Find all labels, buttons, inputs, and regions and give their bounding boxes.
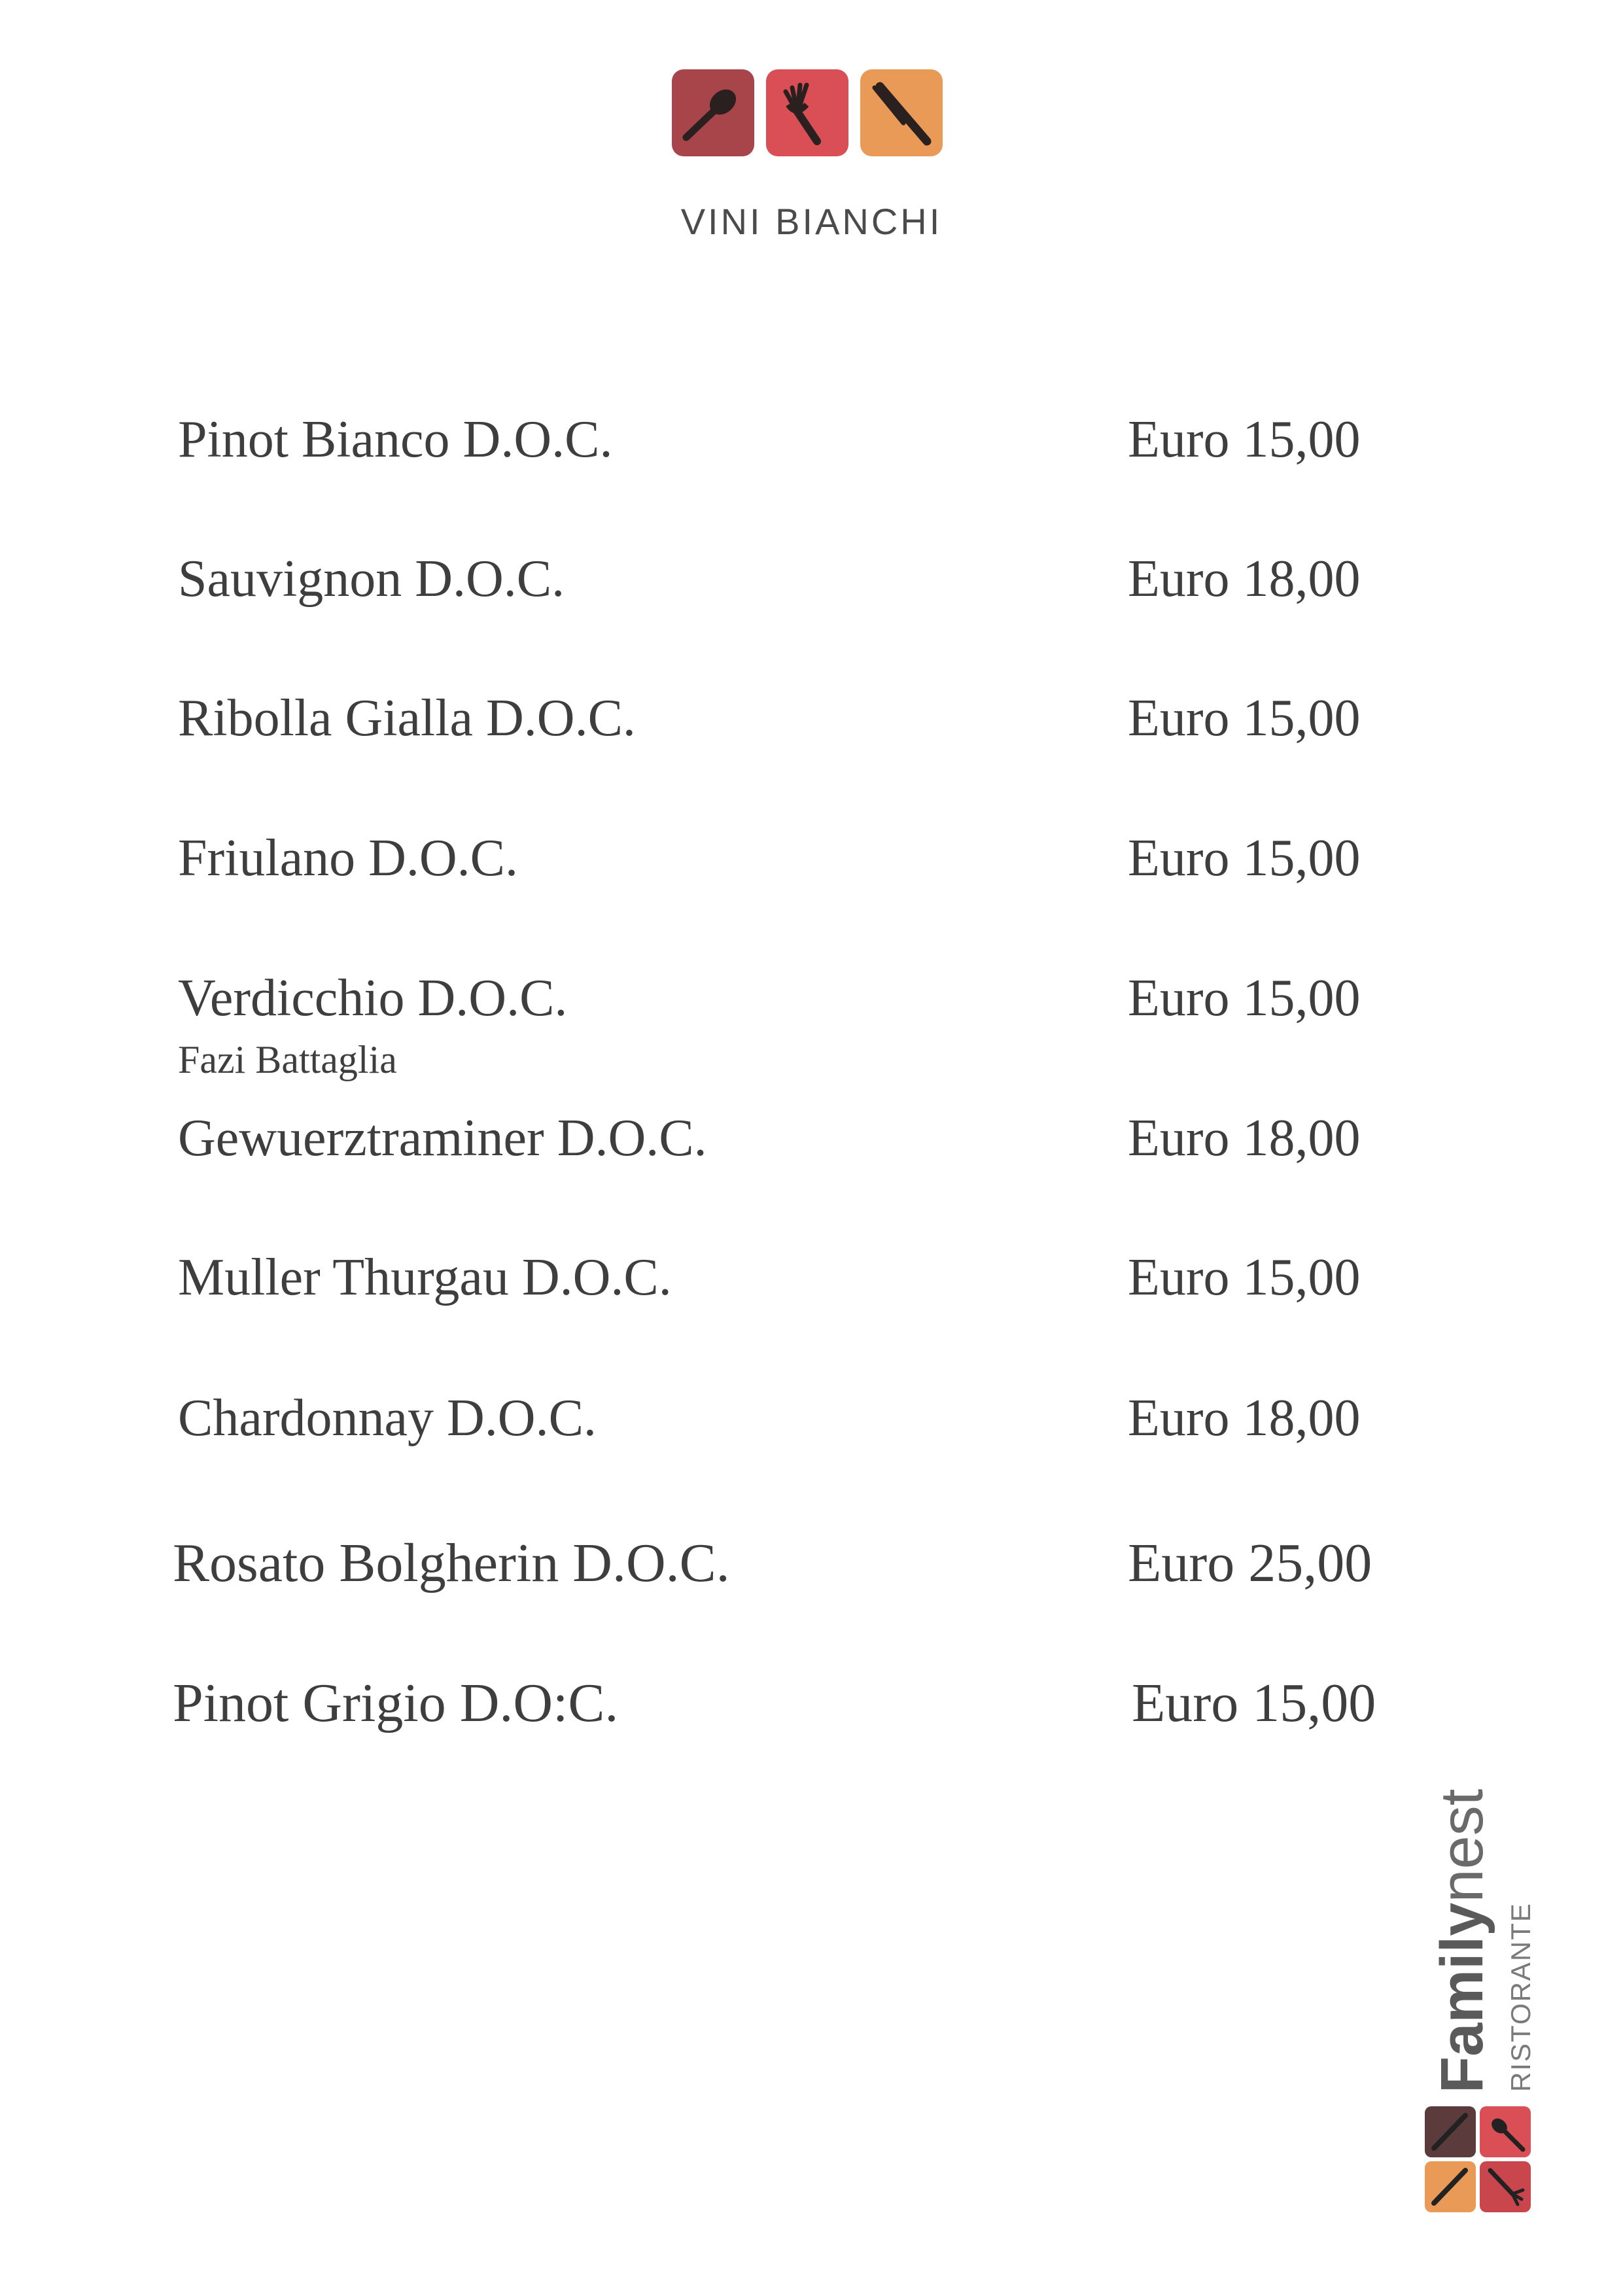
wine-name: Chardonnay D.O.C. [178,1389,597,1447]
knife-icon [1425,2106,1476,2157]
wine-name: Sauvignon D.O.C. [178,550,565,608]
fork-icon [766,69,848,156]
brand-name-light: nest [1429,1788,1495,1903]
wine-price: Euro 15,00 [1128,1249,1361,1306]
wine-price: Euro 15,00 [1128,411,1361,468]
wine-price: Euro 18,00 [1128,550,1361,608]
wine-name: Ribolla Gialla D.O.C. [178,689,636,747]
wine-name: Pinot Bianco D.O.C. [178,411,613,468]
wine-producer: Fazi Battaglia [178,1038,397,1081]
wine-name: Muller Thurgau D.O.C. [178,1249,672,1306]
wine-price: Euro 15,00 [1128,689,1361,747]
section-title: VINI BIANCHI [680,201,943,242]
wine-price: Euro 15,00 [1128,969,1361,1027]
wine-price: Euro 18,00 [1128,1109,1361,1167]
wine-price: Euro 15,00 [1128,829,1361,887]
spoon-icon [672,69,754,156]
spoon-icon [1480,2106,1531,2157]
wine-name: Verdicchio D.O.C. [178,969,568,1027]
wine-price: Euro 15,00 [1132,1673,1376,1733]
header-logo [672,69,947,158]
wine-name: Gewuerztraminer D.O.C. [178,1109,707,1167]
brand-subtitle: RISTORANTE [1505,1902,1536,2092]
fork-icon [1480,2161,1531,2212]
brand-mark [1425,2106,1536,2218]
brand-name: Familynest [1426,1740,1498,2093]
wine-name: Friulano D.O.C. [178,829,518,887]
wine-price: Euro 18,00 [1128,1389,1361,1447]
brand-name-bold: Family [1429,1902,1495,2093]
wine-name: Pinot Grigio D.O:C. [173,1673,619,1733]
knife-icon [1425,2161,1476,2212]
knife-icon [860,69,943,156]
brand-logo: Familynest RISTORANTE [1425,1760,1556,2231]
wine-name: Rosato Bolgherin D.O.C. [173,1533,730,1593]
wine-price: Euro 25,00 [1128,1533,1372,1593]
